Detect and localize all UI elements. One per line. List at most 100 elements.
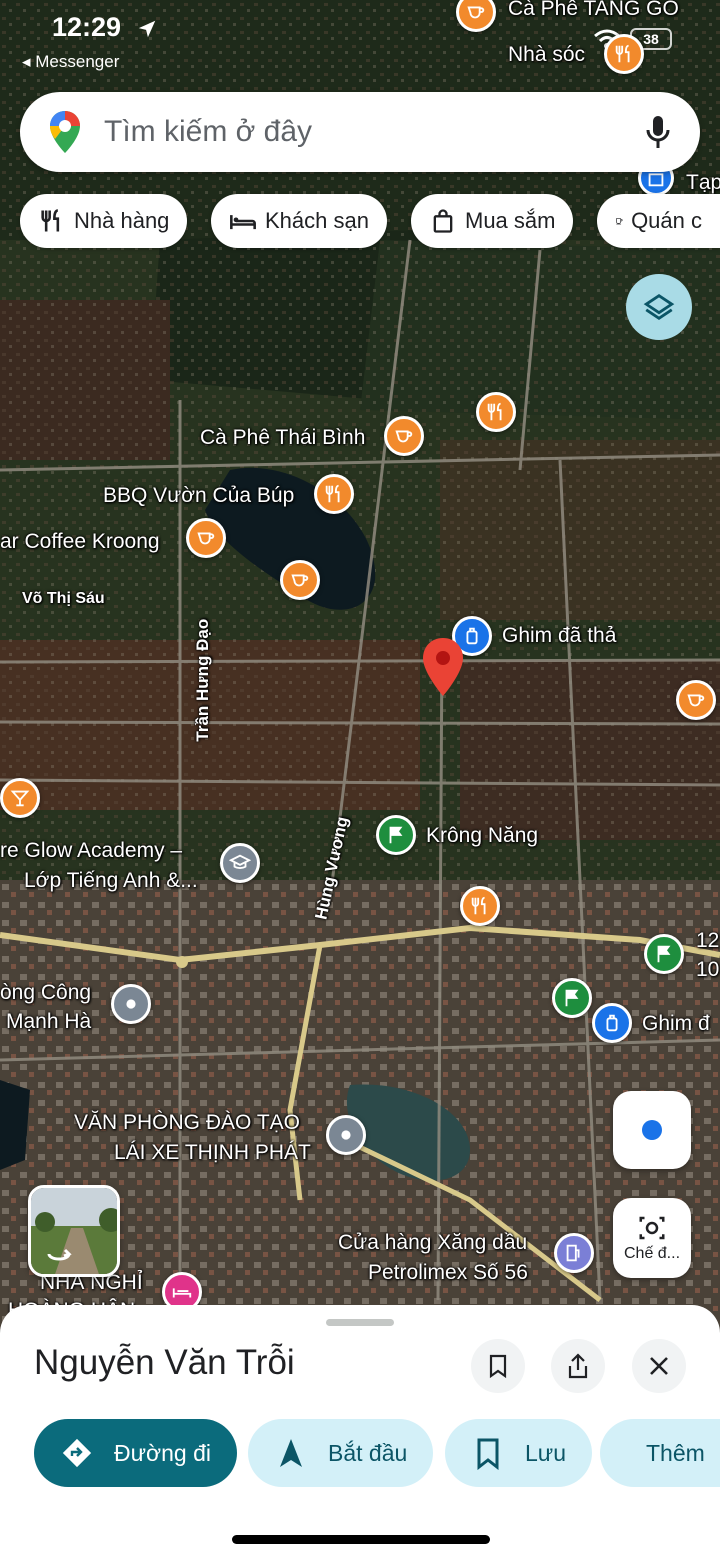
landmark-marker[interactable]	[644, 934, 684, 974]
map-label: 12	[696, 929, 720, 952]
street-view-thumbnail[interactable]	[28, 1185, 120, 1277]
place-marker[interactable]	[111, 984, 151, 1024]
close-icon	[650, 1357, 668, 1375]
bar-marker[interactable]	[0, 778, 40, 818]
share-icon	[568, 1353, 588, 1379]
status-time: 12:29	[52, 12, 122, 42]
selected-location-pin-icon[interactable]	[420, 636, 466, 698]
school-marker[interactable]	[220, 843, 260, 883]
action-label: Thêm	[646, 1439, 705, 1466]
restaurant-marker[interactable]	[604, 34, 644, 74]
directions-icon	[62, 1438, 92, 1468]
action-label: Bắt đầu	[328, 1439, 408, 1466]
restaurant-icon	[325, 484, 340, 503]
layers-icon	[643, 293, 675, 321]
save-icon-button[interactable]	[471, 1339, 525, 1393]
place-title: Nguyễn Văn Trỗi	[34, 1343, 295, 1382]
map-label: Petrolimex Số 56	[368, 1261, 528, 1284]
back-to-app-link[interactable]: ◂ Messenger	[22, 52, 119, 72]
chip-label: Quán c	[631, 208, 702, 233]
cafe-icon	[687, 694, 705, 707]
cafe-icon	[197, 532, 215, 545]
flag-icon	[565, 989, 579, 1007]
camera-lens-icon	[639, 1216, 665, 1240]
restaurant-marker[interactable]	[460, 886, 500, 926]
place-bottom-sheet[interactable]: Nguyễn Văn Trỗi Đường đi Bắt đầu Lưu Thê…	[0, 1305, 720, 1557]
cafe-marker[interactable]	[186, 518, 226, 558]
street-label: Võ Thị Sáu	[22, 590, 105, 607]
layers-button[interactable]	[626, 274, 692, 340]
save-button[interactable]: Lưu	[445, 1419, 592, 1487]
place-marker[interactable]	[326, 1115, 366, 1155]
more-button[interactable]: Thêm	[600, 1419, 720, 1487]
restaurant-icon	[471, 896, 486, 915]
restaurant-marker[interactable]	[476, 392, 516, 432]
chip-shopping[interactable]: Mua sắm	[411, 194, 574, 248]
home-indicator	[232, 1535, 490, 1544]
dot-icon	[126, 999, 136, 1009]
map-label: òng Công	[0, 981, 92, 1004]
luggage-icon	[606, 1014, 618, 1032]
action-label: Lưu	[525, 1439, 566, 1466]
search-bar[interactable]: Tìm kiếm ở đây	[20, 92, 700, 172]
landmark-marker[interactable]	[376, 815, 416, 855]
fuel-pump-icon	[566, 1244, 580, 1262]
chip-cafes[interactable]: Quán c	[597, 194, 720, 248]
start-button[interactable]: Bắt đầu	[248, 1419, 434, 1487]
my-location-button[interactable]	[613, 1091, 691, 1169]
map-label: LÁI XE THỊNH PHÁT	[114, 1141, 311, 1164]
map-label: Tạp	[686, 171, 720, 194]
map-label: re Glow Academy –	[0, 839, 183, 862]
map-label: VĂN PHÒNG ĐÀO TẠO	[74, 1111, 300, 1134]
map-label: Ghim đ	[642, 1012, 710, 1035]
hotel-icon	[172, 1288, 192, 1298]
lens-label: Chế đ...	[623, 1245, 681, 1262]
map-label: Ghim đã thả	[502, 624, 617, 647]
cafe-icon	[616, 218, 623, 225]
landmark-marker[interactable]	[552, 978, 592, 1018]
cafe-icon	[291, 574, 309, 587]
restaurant-icon	[487, 402, 502, 421]
drag-handle[interactable]	[326, 1319, 394, 1326]
cafe-marker[interactable]	[676, 680, 716, 720]
google-maps-logo-icon	[50, 111, 80, 153]
microphone-icon[interactable]	[644, 114, 672, 150]
close-button[interactable]	[632, 1339, 686, 1393]
cocktail-icon	[10, 790, 30, 807]
pin-marker[interactable]	[592, 1003, 632, 1043]
action-label: Đường đi	[114, 1439, 211, 1466]
chip-restaurants[interactable]: Nhà hàng	[20, 194, 188, 248]
map-label: Cà Phê Thái Bình	[200, 426, 366, 449]
share-button[interactable]	[551, 1339, 605, 1393]
bookmark-icon	[489, 1354, 507, 1379]
restaurant-marker[interactable]	[314, 474, 354, 514]
bookmark-icon	[477, 1438, 499, 1470]
map-label: ar Coffee Kroong	[0, 530, 160, 553]
flag-icon	[657, 945, 671, 963]
map-label: Krông Năng	[426, 824, 539, 847]
chip-label: Nhà hàng	[74, 208, 170, 233]
map-label: Mạnh Hà	[6, 1010, 92, 1033]
map-view[interactable]: 12:29 ◂ Messenger 38 Cà Phê TANG GO Nhà …	[0, 0, 720, 1330]
chip-label: Mua sắm	[465, 208, 556, 233]
shopping-bag-icon	[433, 209, 453, 233]
cafe-marker[interactable]	[384, 416, 424, 456]
lens-mode-button[interactable]: Chế đ...	[613, 1198, 691, 1278]
restaurant-icon	[41, 209, 60, 232]
chip-hotels[interactable]: Khách sạn	[211, 194, 387, 248]
location-arrow-icon	[138, 20, 156, 38]
map-label: Cửa hàng Xăng dầu	[338, 1231, 528, 1254]
directions-button[interactable]: Đường đi	[34, 1419, 237, 1487]
street-label: Trần Hưng Đạo	[193, 618, 213, 742]
cafe-marker[interactable]	[280, 560, 320, 600]
gas-station-marker[interactable]	[554, 1233, 594, 1273]
my-location-icon	[642, 1120, 662, 1140]
search-input[interactable]: Tìm kiếm ở đây	[104, 115, 644, 149]
cafe-icon	[395, 430, 413, 443]
map-label: Nhà sóc	[508, 43, 586, 66]
chip-label: Khách sạn	[265, 208, 369, 233]
map-label: 10	[696, 958, 720, 981]
restaurant-icon	[615, 44, 630, 63]
graduation-cap-icon	[229, 854, 251, 869]
map-label: BBQ Vườn Của Búp	[103, 484, 295, 507]
